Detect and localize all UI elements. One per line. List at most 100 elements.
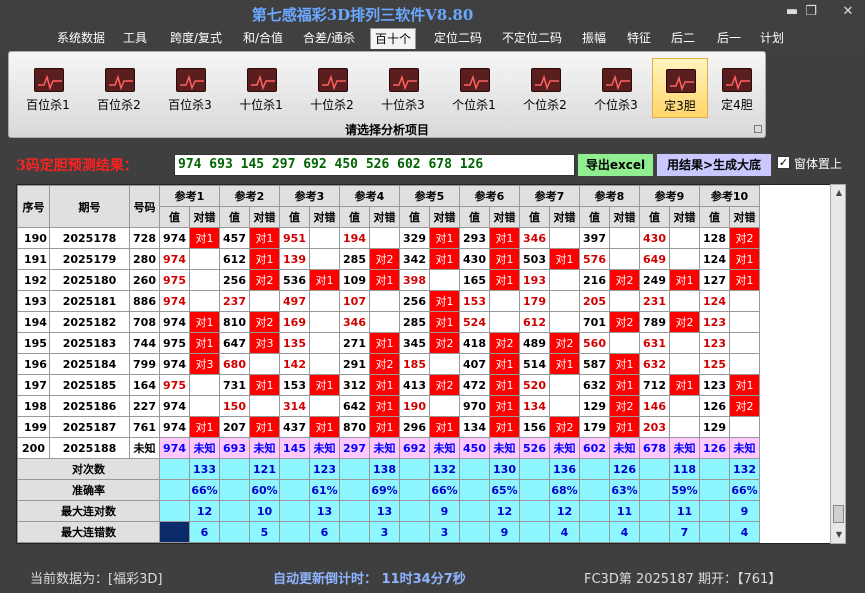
table-cell [729, 332, 760, 354]
column-header: 期号 [49, 185, 130, 228]
menu-item[interactable]: 不定位二码 [497, 28, 567, 49]
menu-item[interactable]: 振幅 [577, 28, 611, 49]
scroll-up-icon[interactable]: ▲ [833, 187, 845, 199]
vertical-scrollbar[interactable]: ▲ ▼ [830, 184, 846, 544]
ribbon-button[interactable]: 百位杀3 [157, 58, 223, 118]
menu-item[interactable]: 特征 [622, 28, 656, 49]
table-cell [369, 227, 400, 249]
table-cell: 712 [639, 374, 670, 396]
table-cell [309, 353, 340, 375]
table-cell: 974 [159, 290, 190, 312]
table-cell: 576 [579, 248, 610, 270]
table-cell: 2025179 [49, 248, 130, 270]
table-cell: 193 [17, 290, 50, 312]
ribbon-button[interactable]: 定4胆 [709, 58, 765, 118]
table-cell: 对1 [249, 416, 280, 438]
topmost-checkbox[interactable]: ✓ [777, 156, 790, 169]
ribbon-button-label: 百位杀3 [168, 98, 212, 112]
table-cell: 974 [159, 353, 190, 375]
table-cell: 对1 [489, 395, 520, 417]
table-cell: 未知 [669, 437, 700, 459]
menu-item[interactable]: 后一 [712, 28, 746, 49]
table-cell: 2025182 [49, 311, 130, 333]
menu-item[interactable]: 合差/通杀 [299, 28, 359, 49]
stats-gap [639, 500, 670, 522]
column-header: 值 [399, 206, 430, 228]
column-header: 参考6 [459, 185, 520, 207]
ribbon-button[interactable]: 个位杀2 [512, 58, 578, 118]
stats-gap [579, 479, 610, 501]
table-row[interactable]: 193 2025181 886 974 237 497 107 256 对1 153 179 205 2… [17, 290, 760, 312]
ribbon-button[interactable]: 定3胆 [652, 58, 708, 118]
table-cell [369, 290, 400, 312]
table-cell: 对1 [729, 374, 760, 396]
table-row[interactable]: 197 2025185 164 975 731 对1 153 对1 312 对1 413 对2 472 对… [17, 374, 760, 396]
table-cell: 2025187 [49, 416, 130, 438]
scroll-thumb[interactable] [833, 505, 844, 523]
chart-icon [318, 68, 348, 92]
stats-gap [639, 479, 670, 501]
menu-item[interactable]: 后二 [666, 28, 700, 49]
table-cell: 2025188 [49, 437, 130, 459]
table-cell: 249 [639, 269, 670, 291]
stats-gap [639, 458, 670, 480]
close-button[interactable]: ✕ [836, 3, 860, 21]
ribbon-button[interactable]: 十位杀3 [370, 58, 436, 118]
table-cell: 未知 [609, 437, 640, 459]
ribbon-button-label: 定4胆 [721, 98, 753, 112]
ribbon-button[interactable]: 个位杀3 [583, 58, 649, 118]
menu-item[interactable]: 定位二码 [429, 28, 487, 49]
table-row[interactable]: 199 2025187 761 974 对1 207 对1 437 对1 870 对1 296 对1 13… [17, 416, 760, 438]
ribbon-expand-icon[interactable] [754, 125, 762, 133]
menu-item[interactable]: 和/合值 [238, 28, 288, 49]
table-cell: 974 [159, 248, 190, 270]
table-cell: 对1 [309, 416, 340, 438]
menu-item[interactable]: 百十个 [370, 28, 416, 49]
stats-gap [279, 479, 310, 501]
ribbon-button[interactable]: 百位杀1 [15, 58, 81, 118]
result-field[interactable]: 974 693 145 297 692 450 526 602 678 126 [174, 154, 575, 176]
column-header: 参考10 [699, 185, 760, 207]
table-row[interactable]: 190 2025178 728 974 对1 457 对1 951 194 329 对1 293 对1 3… [17, 227, 760, 249]
table-cell: 203 [639, 416, 670, 438]
menu-item[interactable]: 计划 [755, 28, 789, 49]
stats-value: 123 [309, 458, 340, 480]
table-cell: 126 [699, 395, 730, 417]
ribbon-button[interactable]: 百位杀2 [86, 58, 152, 118]
scroll-down-icon[interactable]: ▼ [833, 529, 845, 541]
stats-gap [519, 521, 550, 543]
table-row[interactable]: 195 2025183 744 975 对1 647 对3 135 271 对1 345 对2 418 对… [17, 332, 760, 354]
table-cell [189, 395, 220, 417]
table-cell: 514 [519, 353, 550, 375]
table-cell: 169 [279, 311, 310, 333]
generate-base-button[interactable]: 用结果>生成大底 [656, 153, 772, 177]
ribbon-button[interactable]: 十位杀2 [299, 58, 365, 118]
table-cell: 109 [339, 269, 370, 291]
table-cell: 970 [459, 395, 490, 417]
table-cell: 678 [639, 437, 670, 459]
table-cell: 489 [519, 332, 550, 354]
ribbon-button[interactable]: 个位杀1 [441, 58, 507, 118]
stats-value: 132 [429, 458, 460, 480]
table-cell: 285 [399, 311, 430, 333]
table-cell: 134 [519, 395, 550, 417]
ribbon-button[interactable]: 十位杀1 [228, 58, 294, 118]
prediction-row[interactable]: 200 2025188 未知 974 未知 693 未知 145 未知 297 未知 692 未知 450… [17, 437, 760, 459]
table-cell: 129 [699, 416, 730, 438]
table-row[interactable]: 192 2025180 260 975 256 对2 536 对1 109 对1 398 165 对1 1… [17, 269, 760, 291]
menu-item[interactable]: 工具 [119, 28, 151, 49]
table-row[interactable]: 196 2025184 799 974 对3 680 142 291 对2 185 407 对1 514… [17, 353, 760, 375]
table-row[interactable]: 194 2025182 708 974 对1 810 对2 169 346 285 对1 524 612… [17, 311, 760, 333]
export-excel-button[interactable]: 导出excel [577, 153, 654, 177]
table-row[interactable]: 198 2025186 227 974 150 314 642 对1 190 970 对1 134 12… [17, 395, 760, 417]
table-cell: 612 [219, 248, 250, 270]
maximize-button[interactable]: ❐ [800, 3, 822, 21]
menu-item[interactable]: 系统数据 [53, 28, 109, 49]
table-cell [189, 374, 220, 396]
table-cell: 对2 [429, 374, 460, 396]
table-cell: 145 [279, 437, 310, 459]
table-row[interactable]: 191 2025179 280 974 612 对1 139 285 对2 342 对1 430 对1 5… [17, 248, 760, 270]
menu-item[interactable]: 跨度/复式 [165, 28, 227, 49]
status-bar: 当前数据为：[福彩3D] 自动更新倒计时： 11时34分7秒 FC3D第 202… [0, 562, 865, 593]
table-cell: 179 [519, 290, 550, 312]
